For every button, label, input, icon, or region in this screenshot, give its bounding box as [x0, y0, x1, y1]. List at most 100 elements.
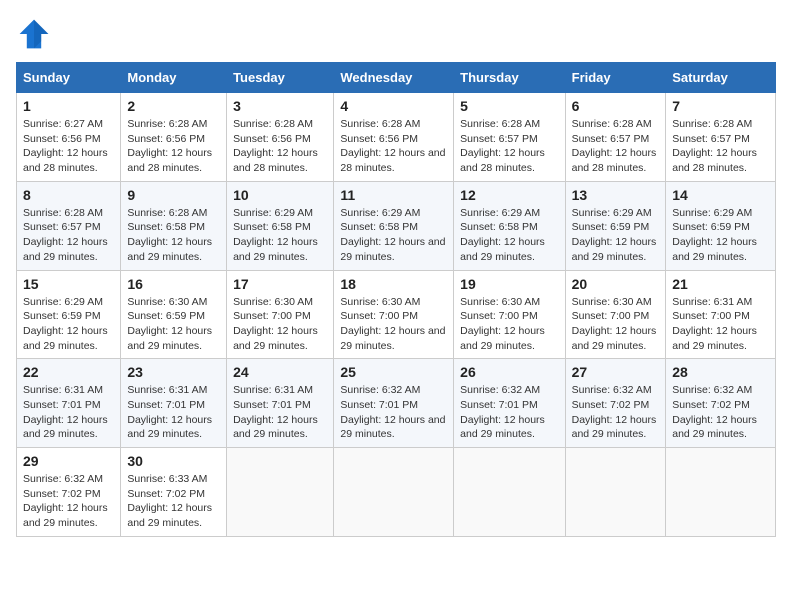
- day-info: Sunrise: 6:32 AMSunset: 7:02 PMDaylight:…: [572, 383, 660, 442]
- weekday-header-saturday: Saturday: [666, 63, 776, 93]
- calendar-cell: 24 Sunrise: 6:31 AMSunset: 7:01 PMDayligh…: [227, 359, 334, 448]
- calendar-cell: [565, 448, 666, 537]
- day-number: 23: [127, 364, 220, 380]
- calendar-cell: 25Sunrise: 6:32 AMSunset: 7:01 PMDayligh…: [334, 359, 454, 448]
- day-number: 3: [233, 98, 327, 114]
- day-info: Sunrise: 6:30 AMSunset: 7:00 PMDaylight:…: [340, 295, 447, 354]
- weekday-header-sunday: Sunday: [17, 63, 121, 93]
- day-info: Sunrise: 6:28 AMSunset: 6:56 PMDaylight:…: [233, 117, 327, 176]
- calendar-cell: [666, 448, 776, 537]
- day-info: Sunrise: 6:30 AMSunset: 6:59 PMDaylight:…: [127, 295, 220, 354]
- day-number: 29: [23, 453, 114, 469]
- day-number: 20: [572, 276, 660, 292]
- weekday-header-row: SundayMondayTuesdayWednesdayThursdayFrid…: [17, 63, 776, 93]
- calendar-cell: 3 Sunrise: 6:28 AMSunset: 6:56 PMDaylight…: [227, 93, 334, 182]
- day-info: Sunrise: 6:29 AMSunset: 6:59 PMDaylight:…: [572, 206, 660, 265]
- day-number: 16: [127, 276, 220, 292]
- day-number: 15: [23, 276, 114, 292]
- calendar-cell: 21Sunrise: 6:31 AMSunset: 7:00 PMDayligh…: [666, 270, 776, 359]
- header: [16, 16, 776, 52]
- weekday-header-thursday: Thursday: [454, 63, 565, 93]
- weekday-header-wednesday: Wednesday: [334, 63, 454, 93]
- day-info: Sunrise: 6:28 AMSunset: 6:56 PMDaylight:…: [340, 117, 447, 176]
- day-info: Sunrise: 6:28 AMSunset: 6:58 PMDaylight:…: [127, 206, 220, 265]
- calendar-cell: 17 Sunrise: 6:30 AMSunset: 7:00 PMDayligh…: [227, 270, 334, 359]
- day-info: Sunrise: 6:31 AMSunset: 7:01 PMDaylight:…: [127, 383, 220, 442]
- day-info: Sunrise: 6:31 AMSunset: 7:01 PMDaylight:…: [233, 383, 327, 442]
- day-number: 5: [460, 98, 558, 114]
- day-number: 7: [672, 98, 769, 114]
- day-number: 24: [233, 364, 327, 380]
- day-number: 17: [233, 276, 327, 292]
- calendar-cell: 27 Sunrise: 6:32 AMSunset: 7:02 PMDayligh…: [565, 359, 666, 448]
- day-info: Sunrise: 6:29 AMSunset: 6:58 PMDaylight:…: [460, 206, 558, 265]
- calendar-cell: 12 Sunrise: 6:29 AMSunset: 6:58 PMDayligh…: [454, 181, 565, 270]
- calendar-cell: 1 Sunrise: 6:27 AMSunset: 6:56 PMDaylight…: [17, 93, 121, 182]
- day-number: 27: [572, 364, 660, 380]
- calendar-cell: 9 Sunrise: 6:28 AMSunset: 6:58 PMDaylight…: [121, 181, 227, 270]
- day-number: 10: [233, 187, 327, 203]
- calendar-week-2: 8 Sunrise: 6:28 AMSunset: 6:57 PMDaylight…: [17, 181, 776, 270]
- day-info: Sunrise: 6:28 AMSunset: 6:57 PMDaylight:…: [23, 206, 114, 265]
- day-info: Sunrise: 6:31 AMSunset: 7:01 PMDaylight:…: [23, 383, 114, 442]
- calendar-cell: 18 Sunrise: 6:30 AMSunset: 7:00 PMDayligh…: [334, 270, 454, 359]
- day-info: Sunrise: 6:28 AMSunset: 6:57 PMDaylight:…: [672, 117, 769, 176]
- day-number: 13: [572, 187, 660, 203]
- day-number: 19: [460, 276, 558, 292]
- weekday-header-friday: Friday: [565, 63, 666, 93]
- day-number: 26: [460, 364, 558, 380]
- calendar-cell: 7 Sunrise: 6:28 AMSunset: 6:57 PMDaylight…: [666, 93, 776, 182]
- day-info: Sunrise: 6:33 AMSunset: 7:02 PMDaylight:…: [127, 472, 220, 531]
- day-info: Sunrise: 6:29 AMSunset: 6:58 PMDaylight:…: [340, 206, 447, 265]
- calendar-cell: 11 Sunrise: 6:29 AMSunset: 6:58 PMDayligh…: [334, 181, 454, 270]
- day-number: 9: [127, 187, 220, 203]
- day-number: 30: [127, 453, 220, 469]
- calendar-cell: 13 Sunrise: 6:29 AMSunset: 6:59 PMDayligh…: [565, 181, 666, 270]
- day-number: 8: [23, 187, 114, 203]
- day-info: Sunrise: 6:32 AMSunset: 7:02 PMDaylight:…: [672, 383, 769, 442]
- day-info: Sunrise: 6:28 AMSunset: 6:57 PMDaylight:…: [460, 117, 558, 176]
- calendar-cell: 8 Sunrise: 6:28 AMSunset: 6:57 PMDaylight…: [17, 181, 121, 270]
- calendar-week-1: 1 Sunrise: 6:27 AMSunset: 6:56 PMDaylight…: [17, 93, 776, 182]
- weekday-header-tuesday: Tuesday: [227, 63, 334, 93]
- calendar-cell: 20Sunrise: 6:30 AMSunset: 7:00 PMDayligh…: [565, 270, 666, 359]
- day-info: Sunrise: 6:32 AMSunset: 7:02 PMDaylight:…: [23, 472, 114, 531]
- calendar-week-5: 29 Sunrise: 6:32 AMSunset: 7:02 PMDayligh…: [17, 448, 776, 537]
- day-number: 11: [340, 187, 447, 203]
- day-info: Sunrise: 6:28 AMSunset: 6:57 PMDaylight:…: [572, 117, 660, 176]
- calendar-week-3: 15 Sunrise: 6:29 AMSunset: 6:59 PMDayligh…: [17, 270, 776, 359]
- day-number: 22: [23, 364, 114, 380]
- logo-icon: [16, 16, 52, 52]
- day-number: 14: [672, 187, 769, 203]
- calendar-cell: [334, 448, 454, 537]
- calendar-cell: 26Sunrise: 6:32 AMSunset: 7:01 PMDayligh…: [454, 359, 565, 448]
- day-info: Sunrise: 6:29 AMSunset: 6:59 PMDaylight:…: [23, 295, 114, 354]
- calendar-cell: 15 Sunrise: 6:29 AMSunset: 6:59 PMDayligh…: [17, 270, 121, 359]
- calendar-cell: 14 Sunrise: 6:29 AMSunset: 6:59 PMDayligh…: [666, 181, 776, 270]
- calendar-cell: 19 Sunrise: 6:30 AMSunset: 7:00 PMDayligh…: [454, 270, 565, 359]
- day-info: Sunrise: 6:27 AMSunset: 6:56 PMDaylight:…: [23, 117, 114, 176]
- day-number: 4: [340, 98, 447, 114]
- day-info: Sunrise: 6:30 AMSunset: 7:00 PMDaylight:…: [233, 295, 327, 354]
- calendar-cell: 29 Sunrise: 6:32 AMSunset: 7:02 PMDayligh…: [17, 448, 121, 537]
- calendar-cell: 5 Sunrise: 6:28 AMSunset: 6:57 PMDaylight…: [454, 93, 565, 182]
- day-info: Sunrise: 6:29 AMSunset: 6:58 PMDaylight:…: [233, 206, 327, 265]
- day-number: 12: [460, 187, 558, 203]
- calendar-cell: 2Sunrise: 6:28 AMSunset: 6:56 PMDaylight…: [121, 93, 227, 182]
- day-number: 1: [23, 98, 114, 114]
- day-number: 6: [572, 98, 660, 114]
- calendar-cell: [454, 448, 565, 537]
- calendar-cell: 16 Sunrise: 6:30 AMSunset: 6:59 PMDayligh…: [121, 270, 227, 359]
- calendar-week-4: 22 Sunrise: 6:31 AMSunset: 7:01 PMDayligh…: [17, 359, 776, 448]
- day-number: 21: [672, 276, 769, 292]
- calendar-cell: 6 Sunrise: 6:28 AMSunset: 6:57 PMDaylight…: [565, 93, 666, 182]
- day-number: 25: [340, 364, 447, 380]
- calendar-cell: 22 Sunrise: 6:31 AMSunset: 7:01 PMDayligh…: [17, 359, 121, 448]
- logo: [16, 16, 58, 52]
- day-info: Sunrise: 6:30 AMSunset: 7:00 PMDaylight:…: [460, 295, 558, 354]
- calendar-cell: [227, 448, 334, 537]
- day-info: Sunrise: 6:29 AMSunset: 6:59 PMDaylight:…: [672, 206, 769, 265]
- calendar-cell: 23 Sunrise: 6:31 AMSunset: 7:01 PMDayligh…: [121, 359, 227, 448]
- day-info: Sunrise: 6:28 AMSunset: 6:56 PMDaylight:…: [127, 117, 220, 176]
- day-number: 18: [340, 276, 447, 292]
